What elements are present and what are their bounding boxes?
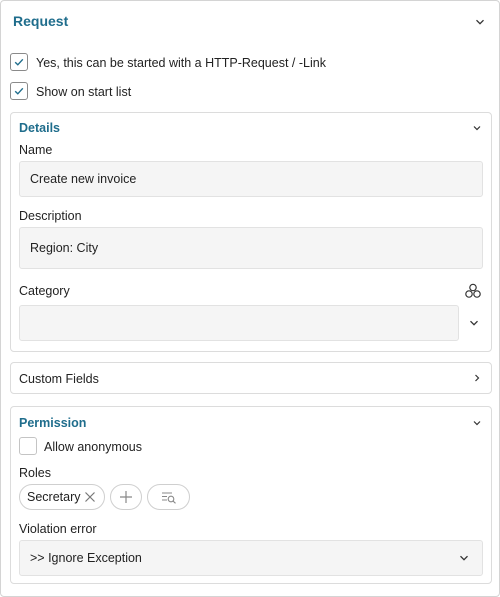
chevron-down-icon: [473, 421, 481, 426]
description-label: Description: [19, 209, 82, 223]
role-chip-label: Secretary: [27, 490, 81, 504]
violation-error-select[interactable]: >> Ignore Exception: [19, 540, 483, 576]
permission-collapse-button[interactable]: [471, 417, 483, 429]
request-collapse-chevron-down-icon[interactable]: [474, 16, 486, 28]
roles-label: Roles: [19, 466, 51, 480]
violation-error-value: >> Ignore Exception: [30, 551, 142, 565]
allow-anonymous-checkbox[interactable]: [19, 437, 37, 455]
hierarchy-icon: [465, 283, 481, 298]
chevron-right-icon: [475, 374, 480, 382]
category-hierarchy-button[interactable]: [464, 283, 482, 299]
chevron-down-icon: [476, 19, 484, 25]
permission-card: Permission Allow anonymous Roles Secreta…: [10, 406, 492, 584]
check-icon: [14, 58, 24, 66]
details-collapse-button[interactable]: [471, 122, 483, 134]
category-dropdown-button[interactable]: [468, 317, 480, 329]
http-request-checkbox[interactable]: [10, 53, 28, 71]
http-request-checkbox-label: Yes, this can be started with a HTTP-Req…: [36, 56, 326, 70]
name-field[interactable]: Create new invoice: [19, 161, 483, 197]
details-title: Details: [19, 121, 60, 135]
category-select[interactable]: [19, 305, 459, 341]
violation-error-label: Violation error: [19, 522, 97, 536]
custom-fields-title: Custom Fields: [19, 372, 99, 386]
start-list-checkbox-label: Show on start list: [36, 85, 132, 99]
start-list-checkbox[interactable]: [10, 82, 28, 100]
details-card: Details Name Create new invoice Descript…: [10, 112, 492, 352]
chevron-down-icon: [470, 320, 478, 326]
custom-fields-card[interactable]: Custom Fields: [10, 362, 492, 394]
request-panel-title: Request: [13, 13, 69, 29]
category-label: Category: [19, 284, 70, 298]
name-label: Name: [19, 143, 53, 157]
chevron-down-icon: [460, 555, 468, 561]
check-icon: [14, 87, 24, 95]
search-list-icon: [161, 492, 176, 504]
description-field[interactable]: Region: City: [19, 227, 483, 269]
custom-fields-expand-button[interactable]: [471, 372, 483, 384]
violation-dropdown-button[interactable]: [458, 552, 470, 564]
plus-icon: [120, 491, 132, 503]
close-icon: [85, 492, 95, 502]
permission-title: Permission: [19, 416, 87, 430]
role-chip: Secretary: [19, 484, 105, 510]
allow-anonymous-label: Allow anonymous: [44, 440, 142, 454]
remove-role-button[interactable]: [84, 491, 96, 503]
search-roles-button[interactable]: [147, 484, 190, 510]
add-role-button[interactable]: [110, 484, 142, 510]
request-panel: Request Yes, this can be started with a …: [0, 0, 500, 597]
chevron-down-icon: [473, 126, 481, 131]
